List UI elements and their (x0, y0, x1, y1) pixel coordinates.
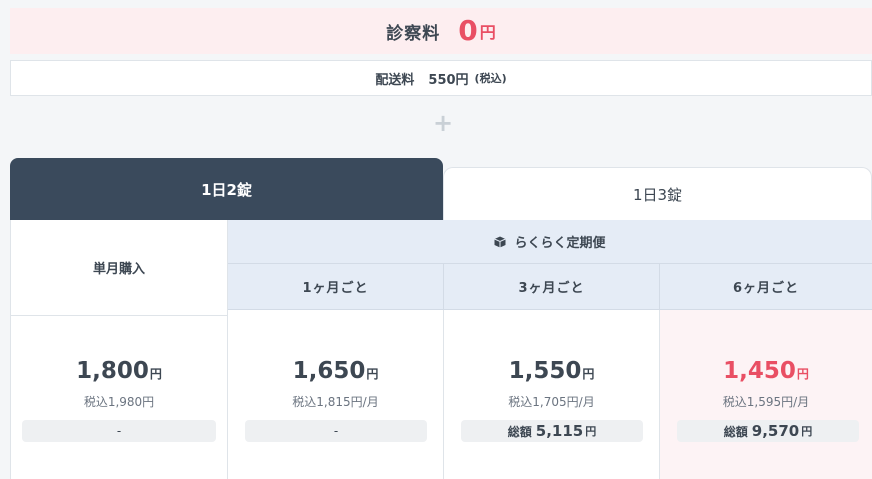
price-cell-1-month: 1,650円 税込1,815円/月 - (228, 310, 444, 479)
price-value: 1,800円 (76, 358, 162, 384)
total-amount-bar: - (245, 420, 427, 442)
shipping-fee-label: 配送料 (375, 72, 415, 88)
price-cell-single: 1,800円 税込1,980円 - (10, 316, 228, 479)
subscription-header-label: らくらく定期便 (514, 236, 606, 251)
price-cell-3-month: 1,550円 税込1,705円/月 総額 5,115 円 (444, 310, 660, 479)
total-amount-bar: - (22, 420, 216, 442)
shipping-fee-note: (税込) (474, 72, 507, 85)
subscription-header: らくらく定期便 (228, 220, 872, 264)
total-amount-bar: 総額 9,570 円 (677, 420, 859, 442)
consultation-fee-label: 診察料 (386, 23, 441, 44)
plan-header-label: 6ヶ月ごと (732, 281, 800, 296)
total-amount-bar: 総額 5,115 円 (461, 420, 643, 442)
consultation-fee-amount: 0 (458, 14, 478, 47)
price-value: 1,450円 (723, 358, 809, 384)
tab-label: 1日2錠 (201, 180, 252, 199)
tax-included-price: 税込1,595円/月 (722, 395, 810, 409)
plan-header-label: 1ヶ月ごと (302, 281, 369, 296)
price-value: 1,550円 (508, 358, 595, 384)
consultation-fee-banner: 診察料 0 円 (10, 8, 872, 54)
plan-header-6-month: 6ヶ月ごと (660, 264, 872, 310)
pricing-table: 単月購入 らくらく定期便 1ヶ月ごと 3ヶ月ごと 6ヶ月ごと 1,800円 税込… (10, 220, 872, 479)
tab-three-tablets[interactable]: 1日3錠 (443, 167, 872, 220)
shipping-fee-amount: 550円 (428, 72, 469, 88)
plus-icon: + (432, 109, 454, 137)
plan-header-label: 3ヶ月ごと (518, 281, 585, 296)
tax-included-price: 税込1,705円/月 (508, 395, 595, 409)
single-purchase-header: 単月購入 (11, 220, 227, 316)
plan-header-3-month: 3ヶ月ごと (444, 264, 660, 310)
shipping-fee-row: 配送料 550円 (税込) (10, 60, 872, 96)
price-cell-6-month: 1,450円 税込1,595円/月 総額 9,570 円 (660, 310, 872, 479)
price-value: 1,650円 (292, 358, 379, 384)
consultation-fee-unit: 円 (479, 23, 496, 42)
tab-two-tablets[interactable]: 1日2錠 (10, 158, 443, 220)
tab-label: 1日3錠 (632, 185, 683, 204)
box-icon (494, 236, 507, 247)
tax-included-price: 税込1,980円 (83, 395, 155, 409)
tax-included-price: 税込1,815円/月 (292, 395, 379, 409)
plan-header-1-month: 1ヶ月ごと (228, 264, 444, 310)
